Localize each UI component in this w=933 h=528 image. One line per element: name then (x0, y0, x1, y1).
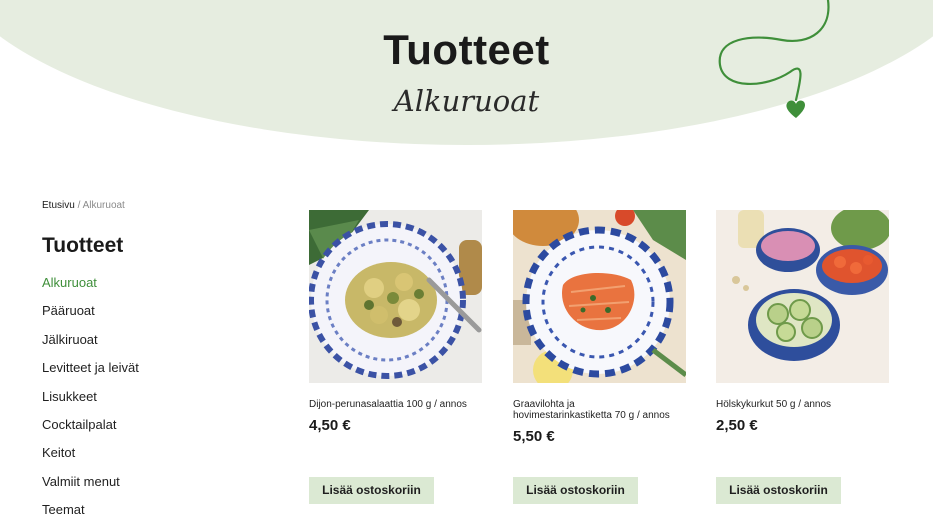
product-name[interactable]: Graavilohta ja hovimestarinkastiketta 70… (513, 399, 673, 421)
product-card: Hölskykurkut 50 g / annos 2,50 € Lisää o… (716, 210, 889, 504)
sidebar-item-keitot[interactable]: Keitot (42, 445, 139, 473)
pickled-cucumber-bowls-photo-icon (716, 210, 889, 383)
cured-salmon-plate-photo-icon (513, 210, 686, 383)
product-name[interactable]: Dijon-perunasalaattia 100 g / annos (309, 399, 469, 410)
product-price: 4,50 € (309, 417, 351, 434)
product-price: 5,50 € (513, 428, 555, 445)
add-to-cart-button[interactable]: Lisää ostoskoriin (309, 477, 434, 504)
product-card: Graavilohta ja hovimestarinkastiketta 70… (513, 210, 686, 504)
breadcrumb: Etusivu / Alkuruoat (42, 200, 125, 211)
product-image[interactable] (309, 210, 482, 383)
product-image[interactable] (716, 210, 889, 383)
breadcrumb-current: Alkuruoat (82, 200, 125, 211)
sidebar-item-levitteet-ja-leivat[interactable]: Levitteet ja leivät (42, 360, 139, 388)
add-to-cart-button[interactable]: Lisää ostoskoriin (513, 477, 638, 504)
potato-salad-plate-photo-icon (309, 210, 482, 383)
hero-banner: Tuotteet Alkuruoat (0, 0, 933, 150)
sidebar-item-valmiit-menut[interactable]: Valmiit menut (42, 474, 139, 502)
product-name[interactable]: Hölskykurkut 50 g / annos (716, 399, 876, 410)
sidebar-item-alkuruoat[interactable]: Alkuruoat (42, 275, 139, 303)
sidebar-item-jalkiruoat[interactable]: Jälkiruoat (42, 332, 139, 360)
product-card: Dijon-perunasalaattia 100 g / annos 4,50… (309, 210, 482, 504)
add-to-cart-button[interactable]: Lisää ostoskoriin (716, 477, 841, 504)
sidebar-title: Tuotteet (42, 234, 124, 257)
product-price: 2,50 € (716, 417, 758, 434)
sidebar-item-teemat[interactable]: Teemat (42, 502, 139, 528)
sidebar-item-lisukkeet[interactable]: Lisukkeet (42, 389, 139, 417)
decorative-swirl-icon (718, 0, 830, 118)
product-image[interactable] (513, 210, 686, 383)
category-nav: Alkuruoat Pääruoat Jälkiruoat Levitteet … (42, 275, 139, 528)
breadcrumb-separator: / (77, 200, 81, 211)
breadcrumb-home-link[interactable]: Etusivu (42, 200, 75, 211)
sidebar-item-paaruoat[interactable]: Pääruoat (42, 303, 139, 331)
sidebar-item-cocktailpalat[interactable]: Cocktailpalat (42, 417, 139, 445)
